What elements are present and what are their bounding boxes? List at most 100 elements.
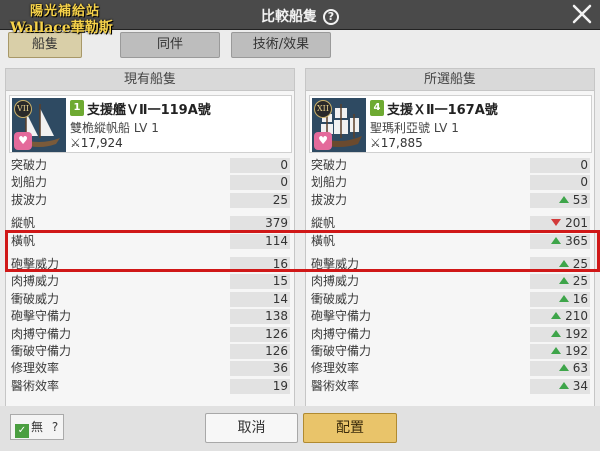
stat-row: 修理效率 36: [9, 360, 292, 377]
stat-row: 縱帆 379: [9, 215, 292, 232]
stat-row: 衝破威力 16: [309, 291, 592, 308]
cancel-button[interactable]: 取消: [205, 413, 298, 443]
current-ship-header: 現有船隻: [6, 69, 294, 91]
stat-row: 修理效率 63: [309, 360, 592, 377]
arrow-up-icon: [551, 236, 562, 244]
arrow-up-icon: [551, 346, 562, 354]
stat-row: 突破力 0: [9, 157, 292, 174]
stat-label: 肉搏守備力: [311, 326, 372, 341]
stat-row: 砲擊威力 16: [9, 256, 292, 273]
heart-icon: ♥: [14, 132, 32, 150]
stat-label: 砲擊威力: [11, 256, 60, 271]
stat-value: 0: [280, 174, 288, 191]
arrow-down-icon: [551, 219, 562, 227]
stat-row: 縱帆 201: [309, 215, 592, 232]
tab-skills[interactable]: 技術/效果: [231, 32, 331, 58]
stat-value: 14: [273, 291, 288, 308]
stat-row: 橫帆 114: [9, 233, 292, 250]
stat-number: 19: [272, 378, 288, 393]
stat-row: 肉搏威力 15: [9, 273, 292, 290]
stat-label: 縱帆: [11, 216, 36, 231]
stat-row: 肉搏威力 25: [309, 273, 592, 290]
stat-row: 划船力 0: [309, 174, 592, 191]
stat-number: 126: [265, 326, 288, 341]
stat-label: 衝破守備力: [11, 343, 72, 358]
stat-number: 0: [280, 158, 288, 172]
title-text: 比較船隻: [261, 9, 317, 25]
stat-label: 修理效率: [11, 361, 60, 376]
close-icon[interactable]: [570, 2, 594, 26]
stat-number: 126: [265, 343, 288, 358]
stat-label: 縱帆: [311, 216, 336, 231]
stat-row: 拔波力 25: [9, 192, 292, 209]
tab-companions[interactable]: 同伴: [120, 32, 220, 58]
selected-ship-card[interactable]: XII ♥ 4 支援ＸⅡ一167A號 聖瑪利亞號 LV 1 ⚔17,885: [309, 95, 592, 153]
ship-name: 支援艦ＶⅡ一119A號: [87, 103, 211, 118]
current-stats-list: 突破力 0 划船力 0 拔波力 25 縱帆 379 橫帆 114 砲擊威力 16 肉搏威力 15 衝破威力 1…: [9, 157, 292, 395]
swords-icon: ⚔: [70, 136, 81, 150]
stat-label: 衝破守備力: [311, 343, 372, 358]
checkbox-icon[interactable]: ✓: [15, 424, 29, 438]
rank-badge: VII: [14, 100, 32, 118]
stat-label: 拔波力: [311, 192, 348, 207]
stat-number: 15: [272, 274, 288, 289]
help-icon[interactable]: ?: [52, 420, 58, 434]
stat-value: 126: [265, 326, 288, 343]
arrow-up-icon: [551, 329, 562, 337]
arrow-up-icon: [558, 195, 569, 203]
stat-label: 肉搏威力: [11, 274, 60, 289]
help-icon[interactable]: ?: [323, 9, 339, 25]
stat-row: 衝破守備力 126: [9, 343, 292, 360]
stat-number: 25: [572, 274, 588, 289]
stat-value: 25: [558, 256, 588, 273]
ship-type: 雙桅縱帆船 LV 1: [70, 121, 159, 135]
stat-value: 53: [558, 192, 588, 209]
stat-number: 210: [565, 309, 588, 324]
stat-value: 192: [551, 326, 588, 343]
current-ship-column: 現有船隻 VII ♥ 1 支援艦ＶⅡ一119A號 雙桅縱帆船 LV 1 ⚔17,…: [5, 68, 295, 428]
selected-ship-header: 所選船隻: [306, 69, 594, 91]
stat-number: 63: [572, 361, 588, 376]
footer-bar: ✓ 無 ? 取消 配置: [0, 406, 600, 451]
stat-number: 53: [572, 192, 588, 207]
current-ship-card[interactable]: VII ♥ 1 支援艦ＶⅡ一119A號 雙桅縱帆船 LV 1 ⚔17,924: [9, 95, 292, 153]
stat-label: 修理效率: [311, 361, 360, 376]
confirm-button[interactable]: 配置: [303, 413, 397, 443]
stat-value: 36: [273, 360, 288, 377]
stat-row: 肉搏守備力 126: [9, 326, 292, 343]
stat-row: 砲擊守備力 210: [309, 308, 592, 325]
selected-ship-column: 所選船隻 XII ♥ 4 支援ＸⅡ一167A號 聖瑪利亞號 LV 1 ⚔17,8…: [305, 68, 595, 428]
stat-value: 379: [265, 215, 288, 232]
stat-value: 16: [273, 256, 288, 273]
arrow-up-icon: [558, 381, 569, 389]
stat-value: 15: [273, 273, 288, 290]
stat-row: 醫術效率 19: [9, 378, 292, 395]
stat-row: 衝破守備力 192: [309, 343, 592, 360]
ship-type: 聖瑪利亞號 LV 1: [370, 121, 459, 135]
stat-value: 365: [551, 233, 588, 250]
filter-toggle[interactable]: ✓ 無 ?: [10, 414, 64, 440]
stat-value: 25: [558, 273, 588, 290]
stat-label: 衝破威力: [11, 291, 60, 306]
stat-label: 橫帆: [311, 233, 336, 248]
level-badge: 4: [370, 100, 384, 116]
stat-value: 34: [558, 378, 588, 395]
stat-number: 0: [280, 175, 288, 190]
toggle-label: 無: [31, 420, 44, 434]
compare-panel: 船隻 同伴 技術/效果 現有船隻 VII ♥ 1 支援艦ＶⅡ一119A號 雙桅縱…: [0, 30, 600, 451]
stat-number: 16: [572, 291, 588, 306]
stat-label: 醫術效率: [11, 378, 60, 393]
stat-number: 36: [272, 361, 288, 376]
stat-value: 63: [558, 360, 588, 377]
combat-power: ⚔17,924: [70, 136, 123, 150]
stat-row: 砲擊守備力 138: [9, 308, 292, 325]
stat-row: 砲擊威力 25: [309, 256, 592, 273]
stat-value: 25: [273, 192, 288, 209]
power-value: 17,885: [380, 136, 423, 150]
stat-number: 34: [572, 378, 588, 393]
stat-row: 醫術效率 34: [309, 378, 592, 395]
stat-number: 379: [265, 216, 288, 231]
stat-number: 201: [565, 216, 588, 231]
stat-row: 橫帆 365: [309, 233, 592, 250]
arrow-up-icon: [551, 312, 562, 320]
